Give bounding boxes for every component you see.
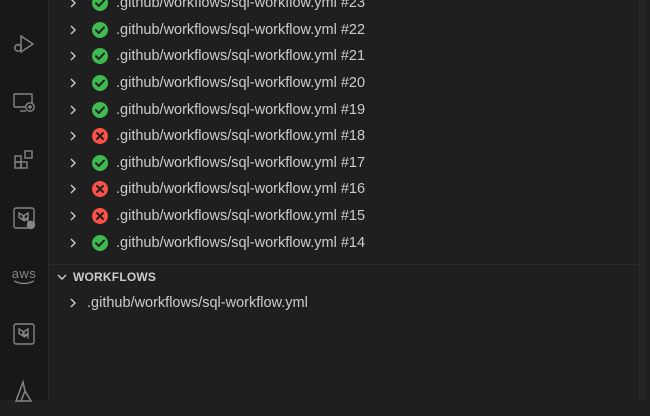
failure-x-icon xyxy=(91,127,109,145)
workflow-run-label: .github/workflows/sql-workflow.yml #15 xyxy=(116,208,366,225)
run-debug-icon[interactable] xyxy=(0,20,48,68)
chevron-right-icon xyxy=(65,208,81,224)
chevron-right-icon xyxy=(65,75,81,91)
workflow-item[interactable]: .github/workflows/sql-workflow.yml xyxy=(49,291,645,315)
workflow-run-label: .github/workflows/sql-workflow.yml #21 xyxy=(116,48,366,65)
scrollbar[interactable] xyxy=(639,0,645,400)
remote-explorer-icon[interactable] xyxy=(0,78,48,126)
workflow-run-label: .github/workflows/sql-workflow.yml #18 xyxy=(116,128,366,145)
workflow-run-row[interactable]: .github/workflows/sql-workflow.yml #22 xyxy=(49,17,645,44)
github-actions-panel: .github/workflows/sql-workflow.yml #23 .g… xyxy=(49,0,645,400)
aws-label: aws xyxy=(11,265,37,281)
failure-x-icon xyxy=(91,207,109,225)
chevron-right-icon xyxy=(65,0,81,11)
success-check-icon xyxy=(91,101,109,119)
chevron-right-icon xyxy=(65,102,81,118)
chevron-right-icon xyxy=(65,181,81,197)
workflows-section-header[interactable]: WORKFLOWS xyxy=(49,264,645,289)
workflow-run-label: .github/workflows/sql-workflow.yml #16 xyxy=(116,181,366,198)
terraform-cloud-icon[interactable] xyxy=(0,194,48,242)
terraform-icon[interactable] xyxy=(0,310,48,358)
chevron-right-icon xyxy=(65,155,81,171)
extensions-icon[interactable] xyxy=(0,136,48,184)
workflow-run-label: .github/workflows/sql-workflow.yml #22 xyxy=(116,21,366,38)
success-check-icon xyxy=(91,234,109,252)
workflow-run-row[interactable]: .github/workflows/sql-workflow.yml #18 xyxy=(49,123,645,150)
workflow-runs-list: .github/workflows/sql-workflow.yml #23 .g… xyxy=(49,0,645,256)
workflow-run-row[interactable]: .github/workflows/sql-workflow.yml #20 xyxy=(49,70,645,97)
workflow-run-row[interactable]: .github/workflows/sql-workflow.yml #15 xyxy=(49,203,645,230)
workflow-run-row[interactable]: .github/workflows/sql-workflow.yml #16 xyxy=(49,176,645,203)
workflow-run-row[interactable]: .github/workflows/sql-workflow.yml #14 xyxy=(49,229,645,256)
success-check-icon xyxy=(91,154,109,172)
workflows-section-title: WORKFLOWS xyxy=(73,270,157,284)
workflow-item-label: .github/workflows/sql-workflow.yml xyxy=(87,295,308,311)
workflow-run-label: .github/workflows/sql-workflow.yml #14 xyxy=(116,234,366,251)
chevron-right-icon xyxy=(65,22,81,38)
success-check-icon xyxy=(91,21,109,39)
workflow-run-label: .github/workflows/sql-workflow.yml #17 xyxy=(116,154,366,171)
activity-bar: aws xyxy=(0,0,49,402)
failure-x-icon xyxy=(91,180,109,198)
workflow-run-row[interactable]: .github/workflows/sql-workflow.yml #17 xyxy=(49,150,645,177)
chevron-right-icon xyxy=(65,128,81,144)
chevron-right-icon xyxy=(65,48,81,64)
chevron-right-icon xyxy=(65,295,81,311)
workflow-run-label: .github/workflows/sql-workflow.yml #19 xyxy=(116,101,366,118)
success-check-icon xyxy=(91,74,109,92)
azure-icon[interactable] xyxy=(0,368,48,416)
chevron-down-icon xyxy=(54,269,70,285)
chevron-right-icon xyxy=(65,235,81,251)
workflow-run-label: .github/workflows/sql-workflow.yml #23 xyxy=(116,0,366,12)
workflow-run-row[interactable]: .github/workflows/sql-workflow.yml #23 xyxy=(49,0,645,17)
aws-icon[interactable]: aws xyxy=(0,252,48,300)
success-check-icon xyxy=(91,0,109,12)
workflow-run-row[interactable]: .github/workflows/sql-workflow.yml #19 xyxy=(49,96,645,123)
workflow-run-row[interactable]: .github/workflows/sql-workflow.yml #21 xyxy=(49,43,645,70)
workflow-run-label: .github/workflows/sql-workflow.yml #20 xyxy=(116,75,366,92)
success-check-icon xyxy=(91,47,109,65)
